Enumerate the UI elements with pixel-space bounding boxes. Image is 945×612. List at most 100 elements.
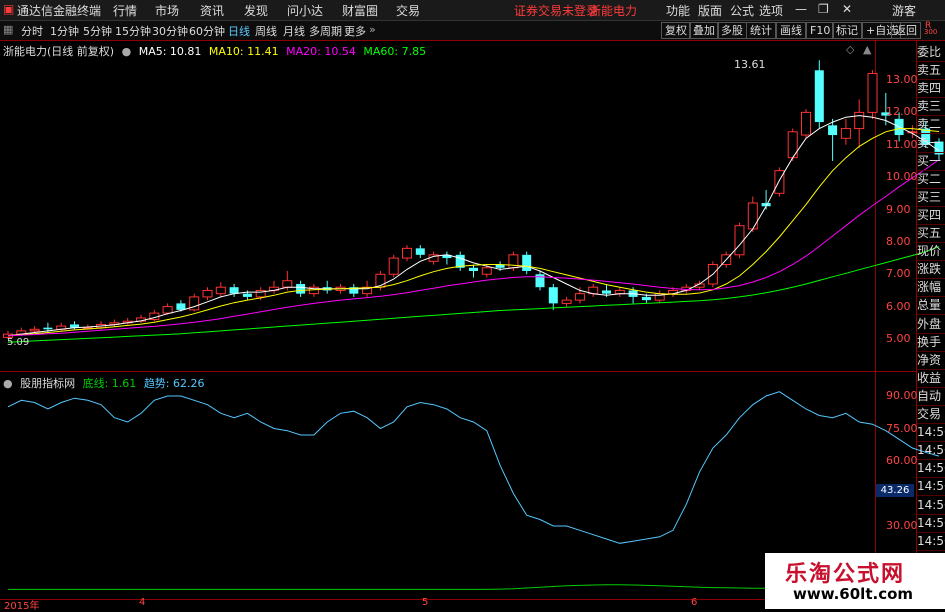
quote-label: 买四 [917, 207, 945, 225]
close-icon[interactable]: ✕ [842, 2, 852, 16]
candle[interactable] [189, 293, 200, 312]
candle[interactable] [535, 271, 545, 291]
menu-faxian[interactable]: 发现 [244, 2, 268, 19]
menu-wenxiaoda[interactable]: 问小达 [287, 2, 323, 19]
tab-60min[interactable]: 60分钟 [189, 23, 225, 39]
menu-xuanxiang[interactable]: 选项 [759, 2, 783, 19]
kline-chart[interactable] [0, 40, 945, 609]
tab-30min[interactable]: 30分钟 [152, 23, 188, 39]
tab-zhouxian[interactable]: 周线 [255, 23, 277, 39]
quote-label: 换手 [917, 334, 945, 352]
up-arrow-icon[interactable]: ▲ [863, 43, 871, 56]
more-chevron-icon[interactable]: » [369, 23, 376, 36]
candle[interactable] [828, 118, 838, 161]
tab-5min[interactable]: 5分钟 [83, 23, 112, 39]
candle[interactable] [415, 245, 425, 259]
candle[interactable] [269, 280, 279, 294]
current-stock-name: 浙能电力 [589, 4, 638, 18]
quote-label: 买二 [917, 171, 945, 189]
menu-jiaoyi[interactable]: 交易 [396, 2, 420, 19]
tab-15min[interactable]: 15分钟 [115, 23, 151, 39]
candle[interactable] [787, 128, 798, 161]
menu-banmian[interactable]: 版面 [698, 2, 722, 19]
candle[interactable] [402, 245, 412, 262]
candle[interactable] [548, 283, 558, 310]
grid-icon[interactable]: ▦ [3, 23, 13, 36]
candle[interactable] [349, 283, 359, 297]
minimize-icon[interactable]: — [795, 2, 807, 16]
price-tick-label: 8.00 [886, 234, 911, 248]
candle[interactable] [215, 282, 226, 297]
menu-hangqing[interactable]: 行情 [113, 2, 137, 19]
candle[interactable] [854, 99, 865, 148]
candle[interactable] [867, 70, 878, 119]
quote-label: 14:56 [917, 497, 945, 515]
diamond-icon[interactable]: ◇ [846, 43, 854, 56]
tab-yuexian[interactable]: 月线 [283, 23, 305, 39]
candle[interactable] [654, 290, 665, 304]
price-tick-label: 6.00 [886, 299, 911, 313]
candle[interactable] [296, 280, 306, 297]
quote-label: 14:56 [917, 424, 945, 443]
duogu-button[interactable]: 多股 [717, 22, 747, 39]
candle[interactable] [149, 309, 160, 322]
quote-label: 卖一 [917, 135, 945, 153]
legend-dot-icon: ● [3, 377, 13, 390]
indicator-tick-label: 30.00 [886, 519, 918, 532]
candle[interactable] [801, 109, 811, 139]
tab-rixian[interactable]: 日线 [228, 23, 250, 39]
price-tick-label: 11.00 [886, 137, 918, 151]
date-label: 2015年 [4, 601, 40, 612]
login-notice[interactable]: 证券交易未登录 [514, 2, 598, 19]
f10-button[interactable]: F10 [806, 22, 835, 39]
candle[interactable] [574, 287, 585, 304]
quote-label: 卖四 [917, 80, 945, 99]
restore-icon[interactable]: ❐ [818, 2, 829, 16]
fuquan-button[interactable]: 复权 [661, 22, 691, 39]
quote-label: 卖三 [917, 98, 945, 117]
dixian-value: 底线: 1.61 [82, 377, 137, 390]
tab-fenshi[interactable]: 分时 [21, 23, 43, 39]
high-annotation: 13.61 [734, 58, 766, 71]
price-tick-label: 7.00 [886, 267, 911, 281]
biaoji-button[interactable]: 标记 [832, 22, 862, 39]
menu-caifuquan[interactable]: 财富圈 [342, 2, 378, 19]
candle[interactable] [614, 287, 625, 297]
candle[interactable] [774, 167, 785, 197]
candle[interactable] [747, 196, 758, 233]
candle[interactable] [814, 60, 824, 129]
menu-zixun[interactable]: 资讯 [200, 2, 224, 19]
quote-label: 委比 [917, 44, 945, 62]
tab-1min[interactable]: 1分钟 [50, 23, 79, 39]
indicator-tick-label: 90.00 [886, 389, 918, 402]
candle[interactable] [840, 118, 851, 145]
tab-more[interactable]: 更多 [344, 23, 366, 39]
candle[interactable] [561, 296, 572, 307]
huaxian-button[interactable]: 画线 [776, 22, 806, 39]
price-tick-label: 13.00 [886, 73, 918, 86]
chart-area: 浙能电力(日线 前复权) ● MA5: 10.81 MA10: 11.41 MA… [0, 40, 945, 612]
candle[interactable] [588, 283, 599, 297]
candle[interactable] [469, 264, 478, 278]
candle[interactable] [29, 326, 40, 333]
candle[interactable] [202, 287, 213, 301]
low-annotation: 5.09 [7, 337, 30, 348]
candle[interactable] [322, 280, 332, 294]
r-small-number: 300 [924, 28, 938, 36]
user-label[interactable]: 游客 [892, 2, 916, 19]
menu-gongshi[interactable]: 公式 [730, 2, 754, 19]
candle[interactable] [388, 254, 399, 278]
menu-gongneng[interactable]: 功能 [666, 2, 690, 19]
tongji-button[interactable]: 统计 [746, 22, 776, 39]
back-button[interactable]: 返回 [891, 22, 921, 39]
trend-line [7, 391, 940, 544]
candle[interactable] [442, 251, 452, 265]
tab-duozhouqi[interactable]: 多周期 [309, 23, 342, 39]
candle[interactable] [455, 251, 465, 272]
quote-label: 14:56 [917, 460, 945, 479]
menu-shichang[interactable]: 市场 [155, 2, 179, 19]
candle[interactable] [522, 251, 532, 275]
diejia-button[interactable]: 叠加 [689, 22, 719, 39]
watermark-url: www.60lt.com [793, 585, 914, 603]
candle[interactable] [734, 222, 745, 259]
